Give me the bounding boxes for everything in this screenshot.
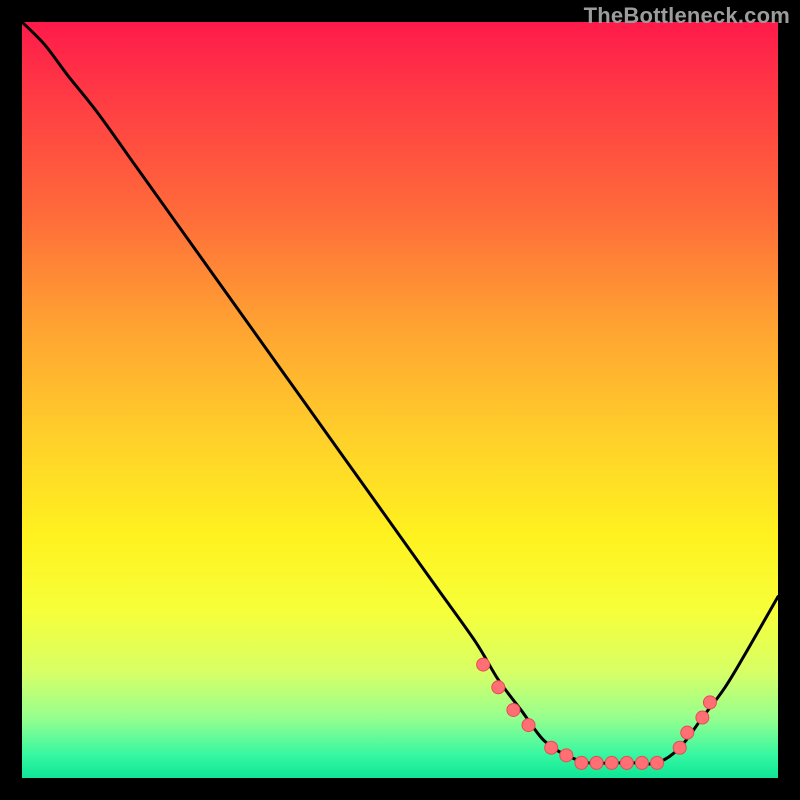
- marker-point: [703, 696, 716, 709]
- marker-point: [620, 756, 633, 769]
- chart-svg: [22, 22, 778, 778]
- marker-point: [651, 756, 664, 769]
- marker-point: [635, 756, 648, 769]
- marker-point: [681, 726, 694, 739]
- marker-point: [605, 756, 618, 769]
- marker-point: [696, 711, 709, 724]
- marker-point: [575, 756, 588, 769]
- marker-point: [522, 719, 535, 732]
- marker-point: [545, 741, 558, 754]
- chart-plot-area: [22, 22, 778, 778]
- chart-frame: TheBottleneck.com: [0, 0, 800, 800]
- marker-point: [673, 741, 686, 754]
- gradient-background: [22, 22, 778, 778]
- watermark-text: TheBottleneck.com: [584, 3, 790, 29]
- marker-point: [590, 756, 603, 769]
- marker-point: [560, 749, 573, 762]
- marker-point: [477, 658, 490, 671]
- marker-point: [507, 703, 520, 716]
- marker-point: [492, 681, 505, 694]
